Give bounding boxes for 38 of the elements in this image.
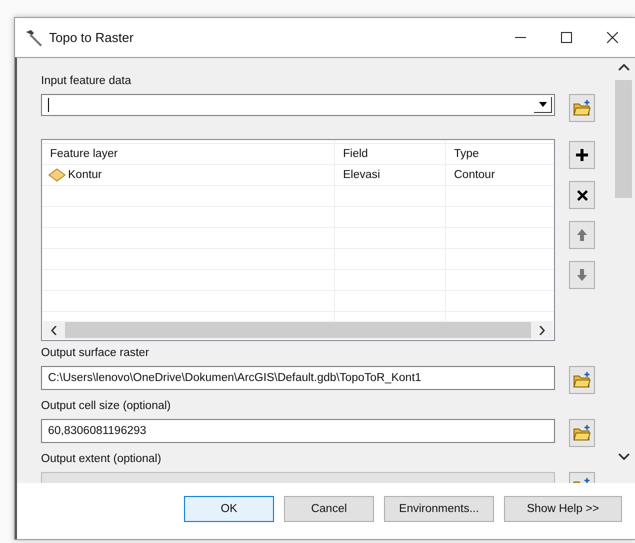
dialog-button[interactable]: OK [184, 496, 274, 522]
folder-icon [573, 100, 591, 116]
folder-icon [573, 425, 591, 441]
chevron-right-icon [539, 326, 545, 334]
dropdown-button[interactable] [534, 97, 552, 113]
input-field[interactable]: C:\Users\lenovo\OneDrive\Dokumen\ArcGIS\Default.gdb\TopoToR_Kont1 [41, 366, 555, 390]
dialog-button[interactable]: Cancel [284, 496, 374, 522]
folder-icon [573, 372, 591, 388]
dialog-button[interactable]: Show Help >> [504, 496, 622, 522]
input-field[interactable] [41, 94, 555, 116]
remove-button[interactable] [569, 181, 595, 209]
window-title: Topo to Raster [49, 30, 135, 45]
browse-button[interactable] [569, 94, 595, 122]
field-label: Output cell size (optional) [41, 400, 172, 413]
close-icon [606, 32, 618, 43]
chevron-down-icon [618, 452, 630, 460]
field-label: Input feature data [41, 75, 132, 88]
scroll-thumb[interactable] [65, 322, 531, 338]
field-label: Output surface raster [41, 347, 150, 360]
browse-button[interactable] [569, 419, 595, 447]
close-icon [576, 190, 588, 200]
up-arrow-icon [576, 228, 588, 242]
scroll-thumb[interactable] [615, 80, 632, 198]
input-field[interactable]: 60,8306081196293 [41, 419, 555, 443]
chevron-up-icon [618, 64, 630, 70]
field-label: Output extent (optional) [41, 453, 162, 466]
hammer-icon [25, 28, 43, 46]
maximize-icon [560, 32, 572, 43]
minimize-icon [514, 37, 526, 38]
plus-icon [575, 148, 589, 162]
horizontal-scrollbar[interactable] [43, 321, 553, 339]
chevron-left-icon [51, 326, 57, 334]
down-arrow-icon [576, 268, 588, 282]
add-button[interactable] [569, 141, 595, 169]
browse-button[interactable] [569, 366, 595, 394]
dialog-button[interactable]: Environments... [384, 496, 494, 522]
caret-icon [538, 102, 546, 107]
diamond-icon [48, 168, 66, 182]
